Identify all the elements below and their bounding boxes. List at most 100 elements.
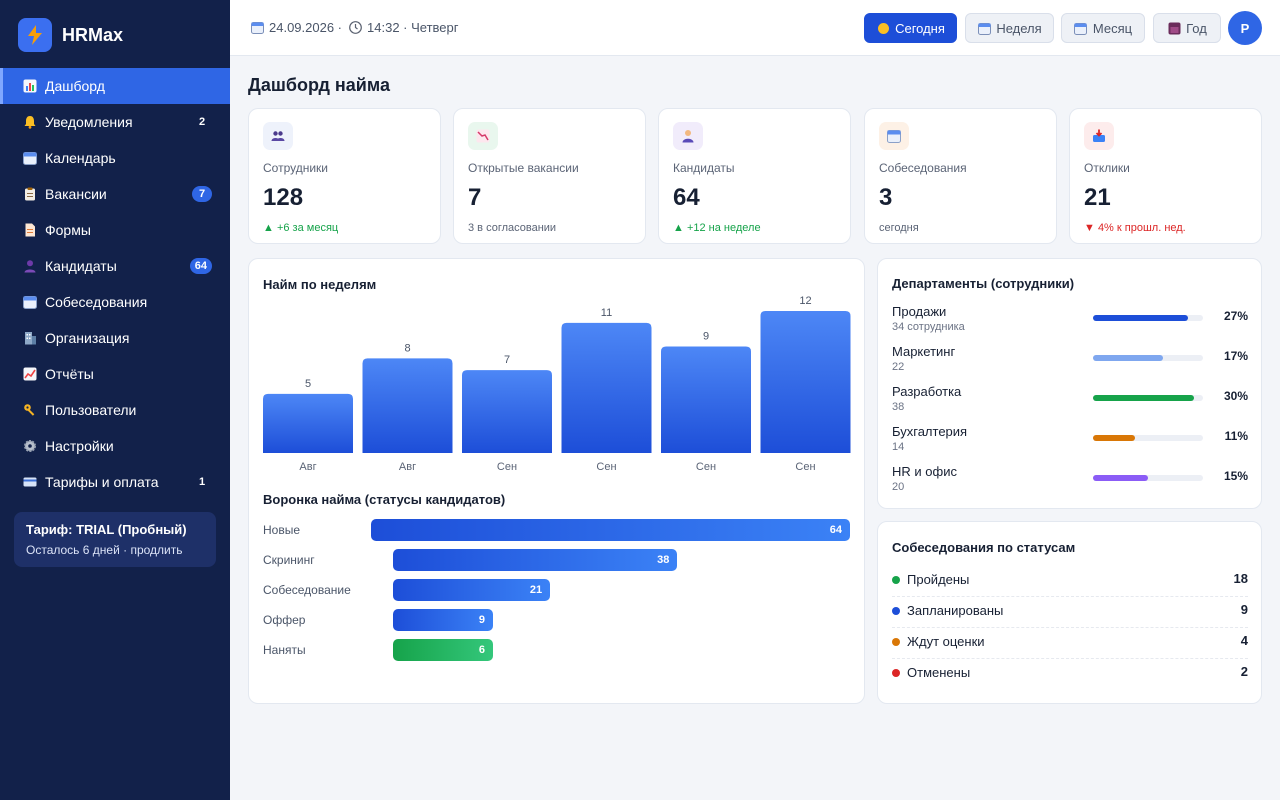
calendar-icon [879,122,909,150]
plan-banner[interactable]: Тариф: TRIAL (Пробный) Осталось 6 дней ·… [14,512,216,567]
sidebar-item[interactable]: Тарифы и оплата 1 [0,464,230,500]
sidebar-item-label: Календарь [45,150,116,166]
sidebar-item[interactable]: Дашборд [0,68,230,104]
funnel-label: Наняты [263,643,306,657]
period-month-label: Месяц [1092,20,1133,36]
plan-title: Тариф: TRIAL (Пробный) [26,522,187,537]
department-row[interactable]: Маркетинг 22 17% [892,344,1248,378]
period-week-label: Неделя [996,20,1042,36]
department-progress [1093,395,1203,401]
period-year-button[interactable]: Год [1153,13,1221,43]
interviews-card: Собеседования по статусам Пройдены 18 Запл… [877,521,1262,704]
stat-card[interactable]: Отклики 21 ▼ 4% к прошл. нед. [1069,108,1262,244]
funnel-row[interactable]: Новые 64 [263,519,853,541]
chart-icon [22,78,38,94]
stat-label: Открытые вакансии [468,161,579,175]
funnel-row[interactable]: Оффер 9 [263,609,853,631]
plan-subtitle[interactable]: Осталось 6 дней · продлить [26,543,204,557]
department-row[interactable]: Разработка 38 30% [892,384,1248,418]
interview-status-row[interactable]: Ждут оценки 4 [892,628,1248,659]
bar[interactable] [661,346,751,454]
sidebar-item-label: Тарифы и оплата [45,474,159,490]
clock-icon [348,21,362,35]
chart-down-icon [468,122,498,150]
status-dot [892,576,900,584]
stat-card[interactable]: Сотрудники 128 ▲ +6 за месяц [248,108,441,244]
period-today-button[interactable]: Сегодня [864,13,957,43]
bar[interactable] [561,322,652,453]
sidebar-item-label: Дашборд [45,78,105,94]
department-row[interactable]: Бухгалтерия 14 11% [892,424,1248,458]
status-count: 18 [1233,571,1248,586]
x-tick-label: Сен [497,461,517,473]
department-progress-fill [1093,475,1148,481]
bar[interactable] [263,393,353,453]
bar-value-label: 9 [703,331,709,343]
current-date: 24.09.2026 · [269,20,343,35]
gear-icon [22,438,38,454]
candidate-icon [673,122,703,150]
sidebar-item-label: Вакансии [45,186,107,202]
department-progress-fill [1093,355,1164,361]
interview-status-row[interactable]: Запланированы 9 [892,597,1248,628]
interviews-title: Собеседования по статусам [892,540,1076,555]
stat-card[interactable]: Кандидаты 64 ▲ +12 на неделе [658,108,851,244]
sidebar-item[interactable]: Вакансии 7 [0,176,230,212]
funnel-bar: 6 [393,639,493,661]
weekly-hiring-chart: 5 Авг 8 Авг 7 Сен 11 Сен 9 Сен 12 Сен [263,295,851,473]
stat-value: 21 [1084,184,1111,211]
page-title: Дашборд найма [248,75,390,95]
status-label: Ждут оценки [907,634,985,649]
sidebar-item[interactable]: Формы [0,212,230,248]
card-icon [22,474,38,490]
bar-value-label: 12 [799,295,811,307]
departments-title: Департаменты (сотрудники) [892,276,1075,291]
funnel-value: 21 [529,584,543,596]
bar[interactable] [462,370,552,453]
user-avatar[interactable]: Р [1228,11,1262,45]
funnel-value: 9 [478,614,485,626]
status-label: Запланированы [907,603,1004,618]
bar[interactable] [760,311,851,453]
sidebar-item[interactable]: Собеседования [0,284,230,320]
clipboard-icon [22,186,38,202]
department-percent: 17% [1223,349,1248,363]
period-week-button[interactable]: Неделя [965,13,1054,43]
x-tick-label: Сен [795,461,815,473]
sidebar-item-badge: 64 [189,258,212,274]
department-row[interactable]: HR и офис 20 15% [892,464,1248,498]
department-progress [1093,475,1203,481]
sidebar: HRMax Дашборд Уведомления 2 Календарь Ваканс… [0,0,230,800]
sidebar-item-label: Собеседования [45,294,148,310]
brand[interactable]: HRMax [0,0,230,70]
funnel-row[interactable]: Скрининг 38 [263,549,853,571]
sidebar-item[interactable]: Пользователи [0,392,230,428]
interview-status-row[interactable]: Пройдены 18 [892,566,1248,597]
sidebar-item-label: Отчёты [45,366,94,382]
funnel-bar: 9 [393,609,493,631]
bar[interactable] [362,358,453,453]
department-progress [1093,435,1203,441]
stat-card[interactable]: Собеседования 3 сегодня [864,108,1057,244]
interview-status-row[interactable]: Отменены 2 [892,659,1248,690]
sidebar-item[interactable]: Календарь [0,140,230,176]
sidebar-item[interactable]: Кандидаты 64 [0,248,230,284]
department-row[interactable]: Продажи 34 сотрудника 27% [892,304,1248,338]
sidebar-item[interactable]: Настройки [0,428,230,464]
status-dot [892,669,900,677]
stat-card[interactable]: Открытые вакансии 7 3 в согласовании [453,108,646,244]
status-count: 4 [1240,633,1248,648]
status-dot [892,638,900,646]
calendar-icon [1074,21,1088,35]
sun-icon [876,21,890,35]
sidebar-item[interactable]: Организация [0,320,230,356]
funnel-row[interactable]: Наняты 6 [263,639,853,661]
sidebar-item[interactable]: Уведомления 2 [0,104,230,140]
sidebar-item-label: Организация [45,330,130,346]
inbox-icon [1084,122,1114,150]
sidebar-item[interactable]: Отчёты [0,356,230,392]
funnel-label: Оффер [263,613,306,627]
period-month-button[interactable]: Месяц [1061,13,1145,43]
bar-value-label: 8 [404,342,410,354]
funnel-row[interactable]: Собеседование 21 [263,579,853,601]
